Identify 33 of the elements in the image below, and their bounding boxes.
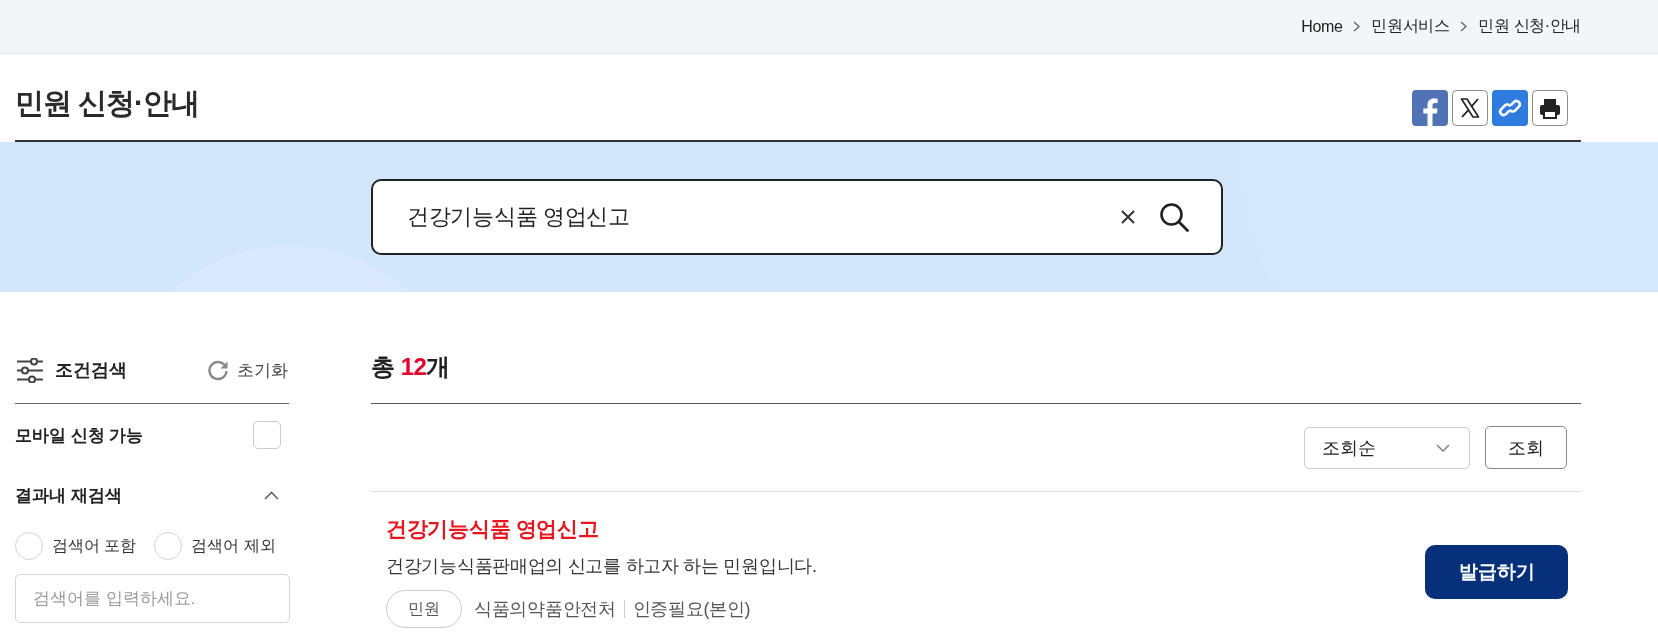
sliders-icon bbox=[17, 357, 43, 383]
radio-label[interactable]: 검색어 제외 bbox=[191, 535, 276, 557]
keyword-input-field[interactable]: 검색어를 입력하세요. bbox=[15, 574, 290, 623]
chevron-down-icon bbox=[1436, 443, 1450, 452]
refresh-icon bbox=[207, 359, 229, 381]
close-icon[interactable] bbox=[1121, 210, 1135, 224]
checkbox[interactable] bbox=[253, 421, 281, 449]
reset-button[interactable]: 초기화 bbox=[207, 358, 288, 382]
search-icon[interactable] bbox=[1159, 202, 1189, 232]
page-title: 민원 신청·안내 bbox=[15, 86, 199, 121]
section-title: 결과내 재검색 bbox=[15, 484, 122, 507]
chevron-up-icon[interactable] bbox=[264, 490, 279, 500]
breadcrumb-link[interactable]: 민원 신청·안내 bbox=[1478, 16, 1581, 37]
chevron-right-icon bbox=[1460, 21, 1468, 32]
filter-panel-title: 조건검색 bbox=[55, 359, 127, 382]
issue-button[interactable]: 발급하기 bbox=[1425, 544, 1568, 599]
search-button[interactable]: 조회 bbox=[1485, 426, 1567, 469]
link-icon[interactable] bbox=[1492, 90, 1528, 126]
breadcrumb-link[interactable]: 민원서비스 bbox=[1371, 16, 1450, 37]
option-label: 모바일 신청 가능 bbox=[15, 424, 144, 447]
breadcrumb-link[interactable]: Home bbox=[1301, 17, 1343, 36]
radio-label[interactable]: 검색어 포함 bbox=[52, 535, 137, 557]
auth-requirement-text: 인증필요(본인) bbox=[632, 598, 751, 621]
facebook-icon[interactable] bbox=[1412, 90, 1448, 126]
search-field[interactable]: 건강기능식품 영업신고 bbox=[371, 179, 1223, 255]
x-logo-icon[interactable] bbox=[1452, 90, 1488, 126]
agency-text: 식품의약품안전처 bbox=[474, 598, 616, 621]
result-count: 총 12개 bbox=[371, 352, 450, 382]
result-title-link[interactable]: 건강기능식품 영업신고 bbox=[386, 515, 599, 543]
result-description: 건강기능식품판매업의 신고를 하고자 하는 민원입니다. bbox=[386, 555, 817, 578]
sort-dropdown[interactable]: 조회순 bbox=[1304, 426, 1470, 469]
print-icon[interactable] bbox=[1532, 90, 1568, 126]
chevron-right-icon bbox=[1353, 21, 1361, 32]
